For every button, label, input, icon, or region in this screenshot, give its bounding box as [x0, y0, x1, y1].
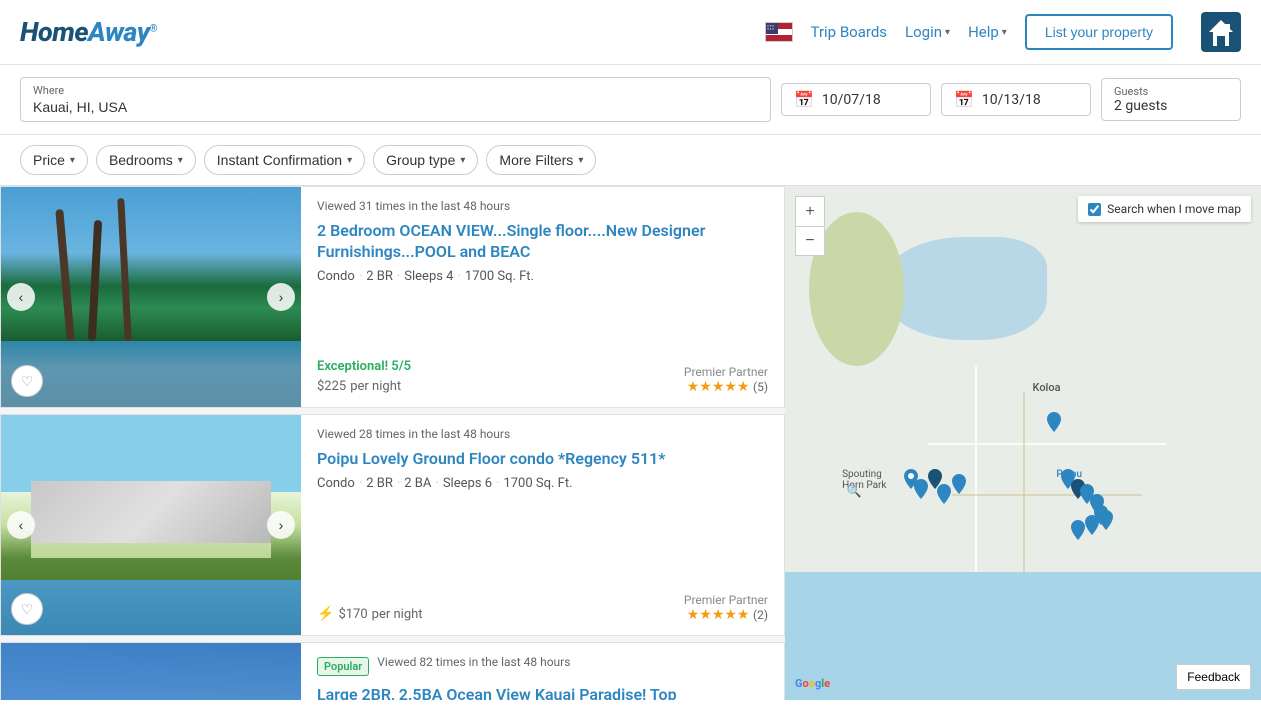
login-link[interactable]: Login ▾: [905, 23, 950, 41]
listing-2-price: $170: [338, 602, 367, 623]
checkin-field[interactable]: 📅 10/07/18: [781, 83, 931, 116]
search-move-checkbox[interactable]: [1088, 203, 1101, 216]
group-type-filter-arrow: ▾: [460, 155, 465, 166]
checkout-calendar-icon: 📅: [954, 90, 974, 109]
listing-3-info: Popular Viewed 82 times in the last 48 h…: [301, 643, 784, 700]
map-marker[interactable]: [952, 474, 966, 498]
listing-1-next-button[interactable]: ›: [267, 283, 295, 311]
google-logo: Google: [795, 677, 830, 690]
price-filter-button[interactable]: Price ▾: [20, 145, 88, 175]
listing-2-favorite-button[interactable]: ♡: [11, 593, 43, 625]
listing-2-views: Viewed 28 times in the last 48 hours: [317, 427, 768, 441]
listing-1-reviews: (5): [753, 380, 768, 394]
listing-2-prev-button[interactable]: ‹: [7, 511, 35, 539]
instasave-icon: ⚡: [317, 606, 334, 622]
homeaway-house-icon: [1201, 12, 1241, 52]
listing-1-favorite-button[interactable]: ♡: [11, 365, 43, 397]
listing-1-partner: Premier Partner: [684, 365, 768, 379]
listing-image-3: ‹ › ♡: [1, 643, 301, 700]
listing-3-views: Viewed 82 times in the last 48 hours: [377, 655, 570, 669]
listings-panel: ‹ › ♡ Viewed 31 times in the last 48 hou…: [0, 186, 785, 700]
logo[interactable]: HomeAway®: [20, 16, 157, 48]
zoom-in-button[interactable]: +: [795, 196, 825, 226]
map-road: [952, 494, 1142, 496]
guests-value: 2 guests: [1114, 98, 1228, 114]
map-marker[interactable]: [914, 479, 928, 503]
where-field[interactable]: Where: [20, 77, 771, 122]
checkin-calendar-icon: 📅: [794, 90, 814, 109]
map-marker[interactable]: [1047, 412, 1061, 436]
bedrooms-filter-arrow: ▾: [178, 155, 183, 166]
feedback-button[interactable]: Feedback: [1176, 664, 1251, 690]
filters-bar: Price ▾ Bedrooms ▾ Instant Confirmation …: [0, 135, 1261, 186]
header: HomeAway® ✦✦✦✦✦✦ Trip Boards Login ▾ Hel…: [0, 0, 1261, 65]
login-dropdown-arrow: ▾: [945, 27, 950, 38]
popular-badge: Popular: [317, 657, 369, 676]
more-filters-arrow: ▾: [578, 155, 583, 166]
guests-field[interactable]: Guests 2 guests: [1101, 78, 1241, 121]
search-move-container: Search when I move map: [1078, 196, 1251, 222]
flag-icon[interactable]: ✦✦✦✦✦✦: [765, 22, 793, 42]
listing-2-price-per: per night: [372, 607, 423, 622]
checkout-field[interactable]: 📅 10/13/18: [941, 83, 1091, 116]
help-dropdown-arrow: ▾: [1002, 27, 1007, 38]
map-marker[interactable]: [1071, 520, 1085, 544]
listing-1-footer: Exceptional! 5/5 $225 per night Premier …: [317, 359, 768, 395]
listing-1-rating: Exceptional! 5/5: [317, 359, 411, 374]
listing-card: ‹ › ♡ Viewed 31 times in the last 48 hou…: [0, 186, 785, 408]
map-marker[interactable]: [1085, 515, 1099, 539]
listing-2-next-button[interactable]: ›: [267, 511, 295, 539]
listing-2-stars: ★★★★★: [687, 607, 750, 623]
listing-3-title[interactable]: Large 2BR, 2.5BA Ocean View Kauai Paradi…: [317, 685, 768, 700]
map-label-koloa: Koloa: [1033, 381, 1061, 394]
map-panel: Koloa SpoutingHorn Park Poipu 🔍: [785, 186, 1261, 700]
instant-confirmation-filter-button[interactable]: Instant Confirmation ▾: [204, 145, 365, 175]
map-spouting-icon: 🔍: [847, 484, 862, 498]
listing-card: ‹ › ♡ Viewed 28 times in the last 48 hou…: [0, 414, 785, 636]
map-road: [928, 443, 1166, 445]
search-bar: Where 📅 10/07/18 📅 10/13/18 Guests 2 gue…: [0, 65, 1261, 135]
search-move-label: Search when I move map: [1107, 202, 1241, 216]
map-lake: [880, 237, 1047, 340]
listing-1-price: $225: [317, 374, 346, 395]
listing-2-info: Viewed 28 times in the last 48 hours Poi…: [301, 415, 784, 635]
listing-1-details: Condo · 2 BR · Sleeps 4 · 1700 Sq. Ft.: [317, 269, 768, 284]
zoom-out-button[interactable]: −: [795, 226, 825, 256]
checkout-value: 10/13/18: [982, 92, 1041, 108]
where-label: Where: [33, 84, 758, 97]
tripboards-link[interactable]: Trip Boards: [811, 23, 887, 41]
help-link[interactable]: Help ▾: [968, 23, 1007, 41]
listing-1-stars: ★★★★★: [687, 379, 750, 395]
main-layout: ‹ › ♡ Viewed 31 times in the last 48 hou…: [0, 186, 1261, 700]
map-zoom-controls: + −: [795, 196, 825, 256]
listing-2-details: Condo · 2 BR · 2 BA · Sleeps 6 · 1700 Sq…: [317, 476, 768, 491]
listing-1-price-per: per night: [350, 379, 401, 394]
header-nav: ✦✦✦✦✦✦ Trip Boards Login ▾ Help ▾ List y…: [765, 12, 1241, 52]
listing-1-prev-button[interactable]: ‹: [7, 283, 35, 311]
listing-2-reviews: (2): [753, 608, 768, 622]
map-background: Koloa SpoutingHorn Park Poipu 🔍: [785, 186, 1261, 700]
checkin-value: 10/07/18: [822, 92, 881, 108]
listing-2-footer: ⚡ $170 per night Premier Partner ★★★★★ (…: [317, 584, 768, 623]
list-property-button[interactable]: List your property: [1025, 14, 1173, 50]
map-marker[interactable]: [1099, 510, 1113, 534]
map-marker[interactable]: [937, 484, 951, 508]
listing-1-title[interactable]: 2 Bedroom OCEAN VIEW...Single floor....N…: [317, 221, 768, 263]
where-input[interactable]: [33, 99, 758, 115]
more-filters-button[interactable]: More Filters ▾: [486, 145, 596, 175]
listing-image-2: ‹ › ♡: [1, 415, 301, 635]
bedrooms-filter-button[interactable]: Bedrooms ▾: [96, 145, 196, 175]
listing-2-title[interactable]: Poipu Lovely Ground Floor condo *Regency…: [317, 449, 768, 470]
guests-label: Guests: [1114, 85, 1228, 98]
instant-filter-arrow: ▾: [347, 155, 352, 166]
listing-1-info: Viewed 31 times in the last 48 hours 2 B…: [301, 187, 784, 407]
listing-2-partner: Premier Partner: [684, 593, 768, 607]
listing-image-1: ‹ › ♡: [1, 187, 301, 407]
listing-1-views: Viewed 31 times in the last 48 hours: [317, 199, 768, 213]
group-type-filter-button[interactable]: Group type ▾: [373, 145, 478, 175]
listing-card: ‹ › ♡ Popular Viewed 82 times in the las…: [0, 642, 785, 700]
price-filter-arrow: ▾: [70, 155, 75, 166]
